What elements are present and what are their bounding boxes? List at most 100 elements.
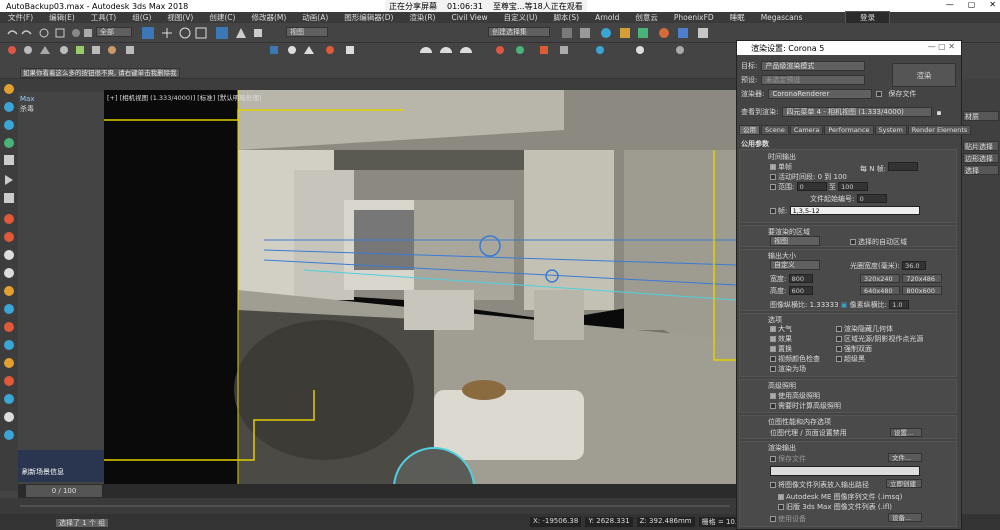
lock-icon[interactable]: ▪	[936, 108, 941, 117]
selection-set-dropdown[interactable]: 创建选择集	[488, 27, 550, 37]
menu-item[interactable]: 渲染(R)	[401, 12, 443, 23]
render-fields-checkbox[interactable]	[770, 366, 776, 372]
render-button[interactable]: 渲染	[892, 63, 956, 87]
tab-scene[interactable]: Scene	[761, 125, 789, 135]
menu-item[interactable]: 视图(V)	[159, 12, 201, 23]
super-black-checkbox[interactable]	[836, 356, 842, 362]
render-hidden-checkbox[interactable]	[836, 326, 842, 332]
menu-item[interactable]: Arnold	[587, 13, 627, 22]
preset-640x480-button[interactable]: 640x480	[860, 286, 900, 295]
range-radio[interactable]	[770, 184, 776, 190]
script-delete-hint[interactable]: 如果你看着这么多的按钮很不爽, 请右键单击我删除我	[20, 68, 180, 78]
size-preset-dropdown[interactable]: 自定义	[770, 260, 820, 270]
left-tool-icons[interactable]	[0, 79, 18, 491]
preset-720x486-button[interactable]: 720x486	[902, 274, 943, 283]
atmosphere-checkbox[interactable]	[770, 326, 776, 332]
tab-system[interactable]: System	[874, 125, 907, 135]
aspect-value[interactable]: 1.33333	[810, 301, 839, 309]
force-2sided-checkbox[interactable]	[836, 346, 842, 352]
range-from-input[interactable]: 0	[796, 182, 827, 191]
right-panel-item[interactable]: 边形选择	[963, 153, 999, 163]
minimize-icon[interactable]: —	[946, 0, 954, 9]
menu-item[interactable]: 睡眠	[722, 12, 753, 23]
refresh-scene-info-button[interactable]: 刷新场景信息	[22, 467, 64, 477]
image-seq-checkbox[interactable]	[770, 482, 776, 488]
menu-item[interactable]: 文件(F)	[0, 12, 41, 23]
menu-item[interactable]: Civil View	[443, 13, 495, 22]
right-panel-item[interactable]: 选择	[963, 165, 999, 175]
menu-item[interactable]: 脚本(S)	[545, 12, 587, 23]
menu-item[interactable]: 自定义(U)	[496, 12, 546, 23]
effects-checkbox[interactable]	[770, 336, 776, 342]
compute-adv-checkbox[interactable]	[770, 403, 776, 409]
tab-render-elements[interactable]: Render Elements	[907, 125, 972, 135]
lock-icon[interactable]: ▣	[841, 301, 848, 309]
target-dropdown[interactable]: 产品级渲染模式	[761, 61, 866, 71]
close-icon[interactable]: ✕	[989, 0, 996, 9]
transform-tool-icons[interactable]	[140, 26, 280, 40]
device-button[interactable]: 设备...	[888, 513, 922, 522]
frames-radio[interactable]	[770, 208, 776, 214]
files-button[interactable]: 文件...	[888, 453, 922, 462]
displacement-checkbox[interactable]	[770, 346, 776, 352]
range-to-input[interactable]: 100	[838, 182, 869, 191]
auto-region-checkbox[interactable]	[850, 239, 856, 245]
view-to-render-dropdown[interactable]: 四元菜单 4 - 相机视图 (1.333/4000)	[782, 107, 933, 117]
area-dropdown[interactable]: 视图	[770, 236, 820, 246]
time-slider[interactable]: 0 / 100	[26, 485, 102, 497]
renderer-dropdown[interactable]: CoronaRenderer	[768, 89, 873, 99]
menu-item[interactable]: 编辑(E)	[41, 12, 83, 23]
z-coord[interactable]: Z: 392.486mm	[636, 517, 695, 527]
menu-item[interactable]: 动画(A)	[294, 12, 336, 23]
y-coord[interactable]: Y: 2628.331	[585, 517, 633, 527]
save-output-checkbox[interactable]	[770, 456, 776, 462]
autodesk-seq-radio[interactable]	[778, 494, 784, 500]
use-device-checkbox[interactable]	[770, 516, 776, 522]
aperture-input[interactable]: 36.0	[902, 261, 927, 270]
use-adv-checkbox[interactable]	[770, 393, 776, 399]
menu-item[interactable]: 图形编辑器(D)	[336, 12, 401, 23]
antivirus-label[interactable]: 杀毒	[20, 104, 34, 114]
create-shapes-icons[interactable]	[0, 43, 736, 57]
menu-item[interactable]: 修改器(M)	[243, 12, 294, 23]
menu-item[interactable]: PhoenixFD	[666, 13, 722, 22]
bitmap-settings-button[interactable]: 设置...	[890, 428, 922, 437]
height-input[interactable]: 600	[788, 286, 813, 295]
pixel-aspect-input[interactable]: 1.0	[889, 300, 910, 309]
area-lights-checkbox[interactable]	[836, 336, 842, 342]
width-input[interactable]: 800	[788, 274, 813, 283]
save-file-checkbox[interactable]	[876, 91, 883, 97]
menu-item[interactable]: 创意云	[627, 12, 666, 23]
active-segment-radio[interactable]	[770, 174, 776, 180]
x-coord[interactable]: X: -19506.38	[530, 517, 582, 527]
output-path-field[interactable]	[770, 466, 920, 476]
tab-performance[interactable]: Performance	[824, 125, 874, 135]
toolbar-icons-left[interactable]	[4, 26, 94, 40]
close-icon[interactable]: — ▢ ✕	[928, 42, 955, 51]
preset-320x240-button[interactable]: 320x240	[860, 274, 900, 283]
menu-item[interactable]: Megascans	[753, 13, 811, 22]
view-dropdown[interactable]: 视图	[286, 27, 328, 37]
tab-camera[interactable]: Camera	[789, 125, 824, 135]
legacy-seq-radio[interactable]	[778, 504, 784, 510]
create-now-button[interactable]: 立即创建	[886, 479, 922, 488]
menu-item[interactable]: 组(G)	[124, 12, 159, 23]
single-radio[interactable]	[770, 164, 776, 170]
undo-scope-dropdown[interactable]: 全部	[96, 27, 132, 37]
file-start-input[interactable]: 0	[856, 194, 887, 203]
preset-dropdown[interactable]: 未选定预设	[761, 75, 866, 85]
dialog-title-bar[interactable]: 渲染设置: Corona 5 — ▢ ✕	[737, 41, 961, 55]
viewport-label[interactable]: [+] [相机视图 (1.333/4000)] [标准] [默认明暗处理]	[107, 92, 261, 102]
render-tool-icons[interactable]	[560, 26, 730, 40]
video-color-checkbox[interactable]	[770, 356, 776, 362]
camera-viewport[interactable]	[104, 90, 736, 488]
right-panel-item[interactable]: 材质	[963, 111, 999, 121]
right-panel-item[interactable]: 贴片选择	[963, 141, 999, 151]
preset-800x600-button[interactable]: 800x600	[902, 286, 943, 295]
every-n-input[interactable]	[888, 162, 919, 171]
tab-common[interactable]: 公用	[739, 125, 760, 135]
maximize-icon[interactable]: ▢	[968, 0, 976, 9]
frames-input[interactable]: 1,3,5-12	[789, 206, 920, 215]
menu-item[interactable]: 工具(T)	[83, 12, 124, 23]
common-params-header[interactable]: 公用参数	[741, 139, 769, 149]
